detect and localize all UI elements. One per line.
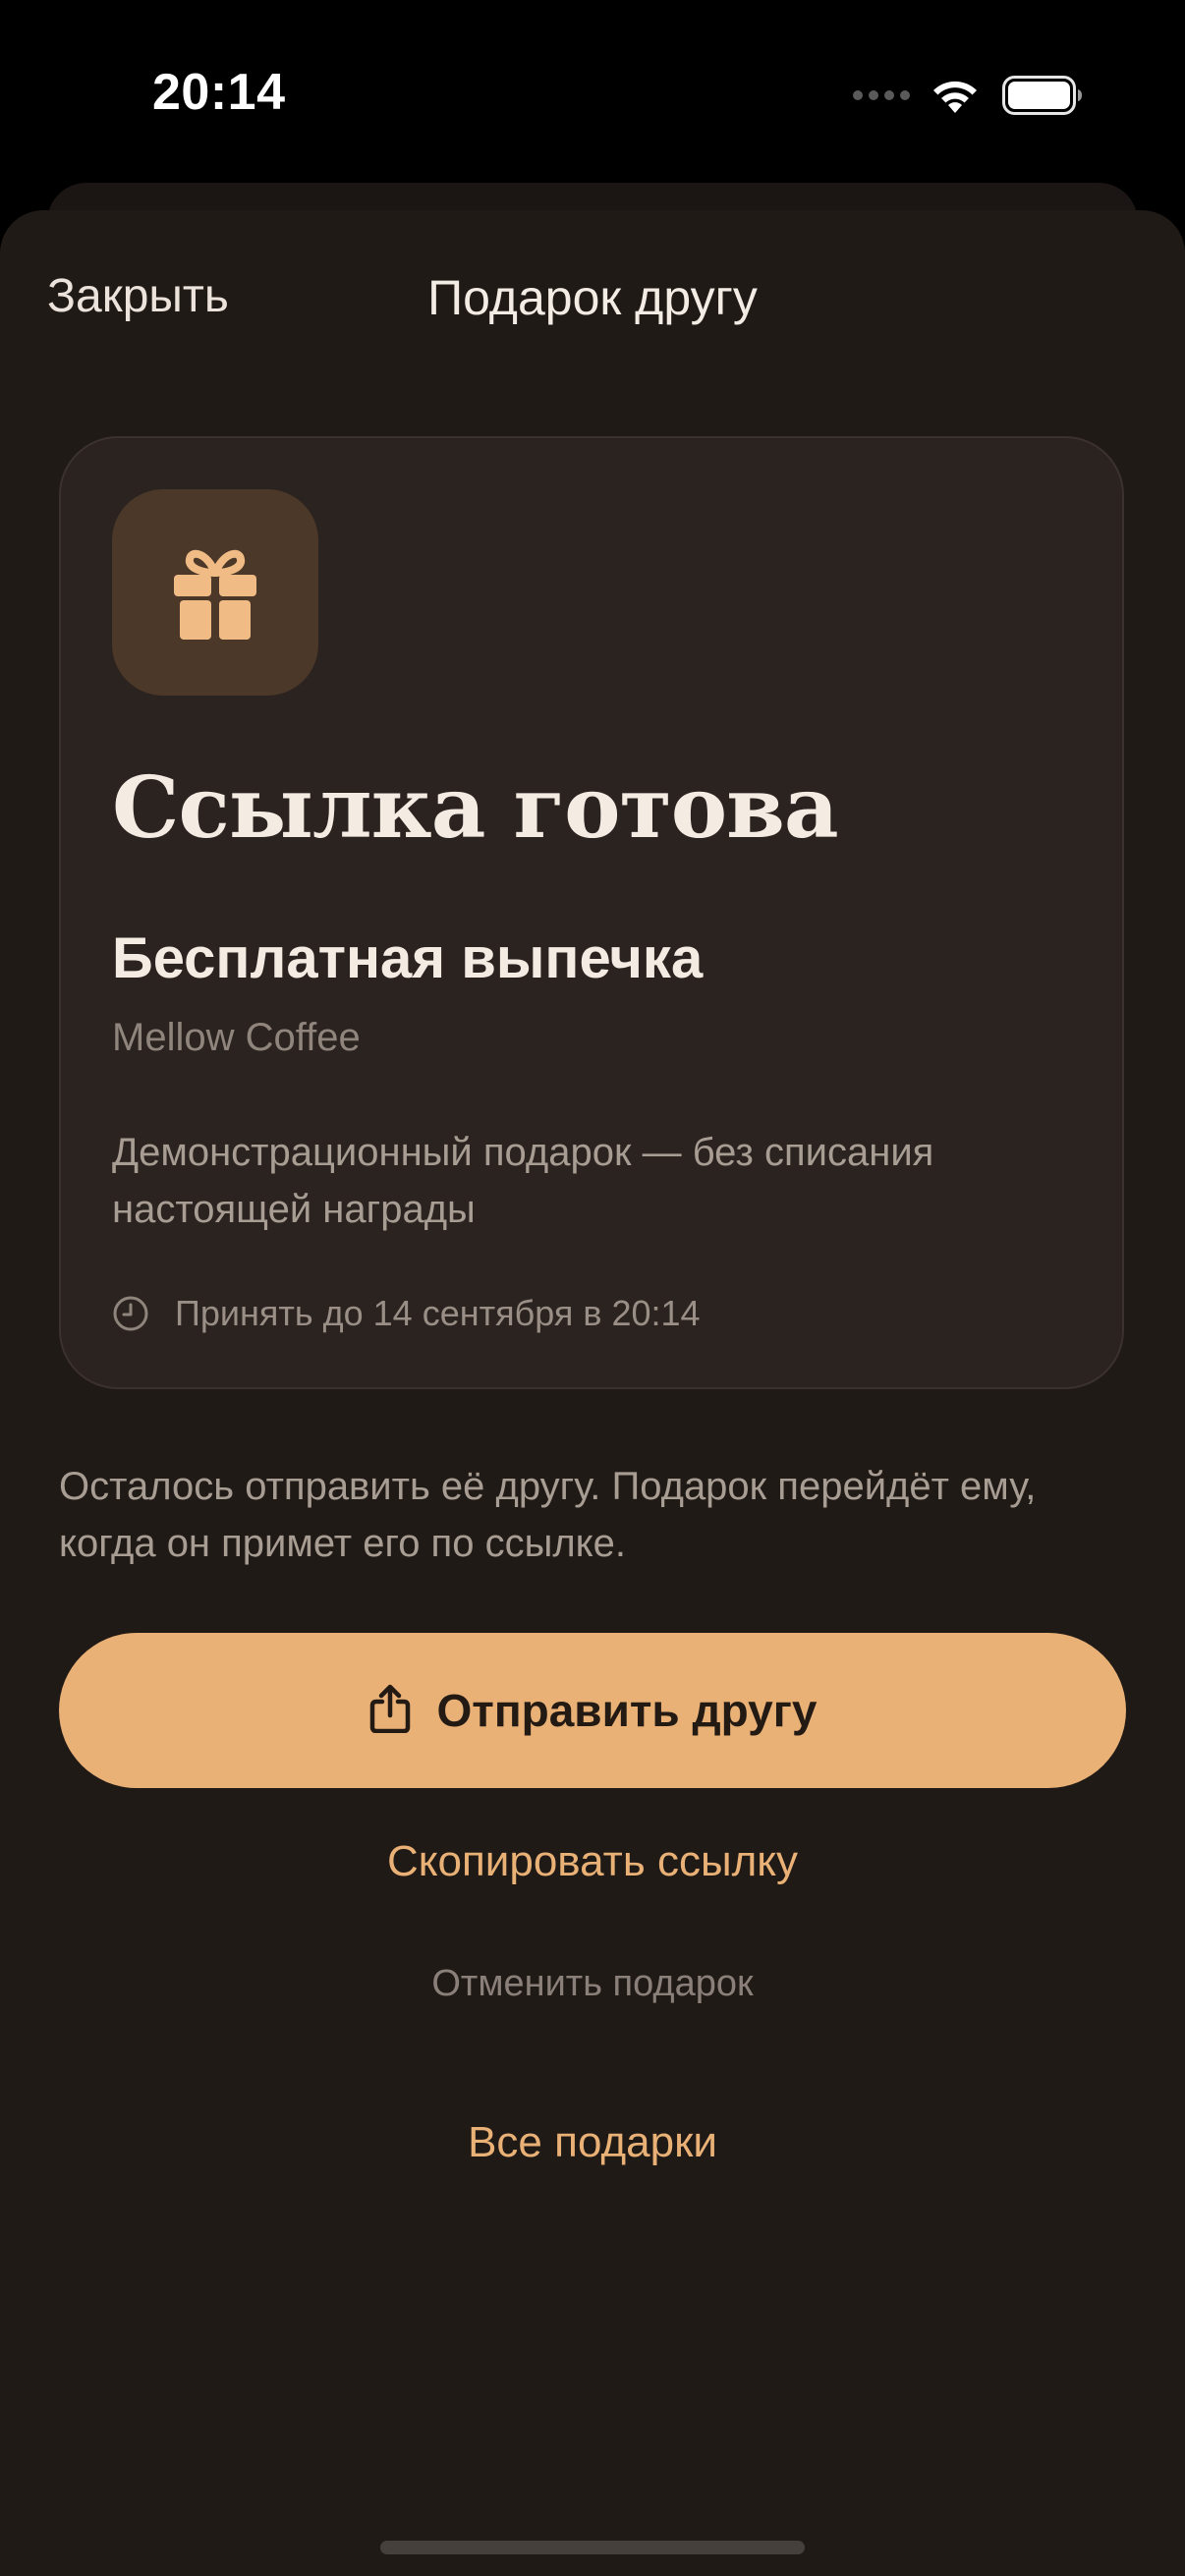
gift-icon (170, 543, 260, 642)
cancel-gift-button[interactable]: Отменить подарок (0, 1963, 1185, 2005)
gift-description: Демонстрационный подарок — без списания … (112, 1131, 934, 1231)
send-button-label: Отправить другу (436, 1685, 818, 1736)
screen: 20:14 Закрыть Подарок другу Ссылка готов… (0, 0, 1185, 2576)
expiry-text: Принять до 14 сентября в 20:14 (175, 1293, 701, 1333)
send-to-friend-button[interactable]: Отправить другу (59, 1633, 1126, 1788)
gift-sheet: Закрыть Подарок другу Ссылка готова Бесп… (0, 210, 1185, 2576)
gift-icon-tile (112, 489, 318, 696)
battery-icon (1002, 76, 1083, 115)
wifi-icon (930, 76, 981, 115)
share-icon (368, 1684, 412, 1733)
status-time: 20:14 (152, 64, 286, 121)
expiry-row: Принять до 14 сентября в 20:14 (112, 1293, 701, 1334)
card-heading: Ссылка готова (112, 758, 839, 858)
page-title: Подарок другу (427, 270, 758, 325)
home-indicator[interactable] (380, 2541, 805, 2554)
cellular-dots-icon (853, 90, 910, 100)
status-icons (853, 73, 1083, 118)
status-bar: 20:14 (0, 0, 1185, 187)
clock-icon (112, 1295, 149, 1332)
offer-title: Бесплатная выпечка (112, 926, 704, 990)
all-gifts-button[interactable]: Все подарки (0, 2118, 1185, 2167)
copy-link-button[interactable]: Скопировать ссылку (0, 1837, 1185, 1886)
info-text: Осталось отправить её другу. Подарок пер… (59, 1465, 1037, 1565)
brand-name: Mellow Coffee (112, 1016, 361, 1059)
gift-card: Ссылка готова Бесплатная выпечка Mellow … (59, 436, 1124, 1389)
